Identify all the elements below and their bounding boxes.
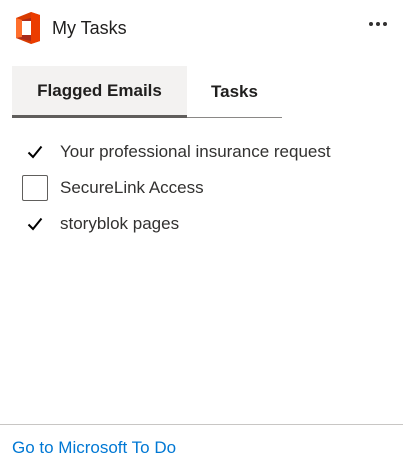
checkmark-icon[interactable] (22, 211, 48, 237)
go-to-microsoft-todo-link[interactable]: Go to Microsoft To Do (12, 438, 176, 458)
task-item[interactable]: storyblok pages (22, 206, 392, 242)
more-options-button[interactable] (363, 12, 393, 36)
more-options-dot (376, 22, 380, 26)
tab-tasks[interactable]: Tasks (187, 66, 282, 117)
checkbox-unchecked[interactable] (22, 175, 48, 201)
header: My Tasks (0, 0, 403, 56)
task-label: Your professional insurance request (60, 142, 331, 161)
tab-flagged-emails[interactable]: Flagged Emails (12, 66, 187, 118)
task-list: Your professional insurance request Secu… (22, 134, 392, 242)
checkmark-icon[interactable] (22, 139, 48, 165)
app-title: My Tasks (52, 18, 127, 38)
task-label: SecureLink Access (60, 178, 204, 197)
more-options-icon (369, 22, 373, 26)
footer-divider (0, 424, 403, 425)
more-options-dot (383, 22, 387, 26)
task-item[interactable]: SecureLink Access (22, 170, 392, 206)
task-label: storyblok pages (60, 214, 180, 233)
task-item[interactable]: Your professional insurance request (22, 134, 392, 170)
office-logo-icon (14, 12, 42, 44)
tab-bar: Flagged Emails Tasks (12, 66, 282, 118)
